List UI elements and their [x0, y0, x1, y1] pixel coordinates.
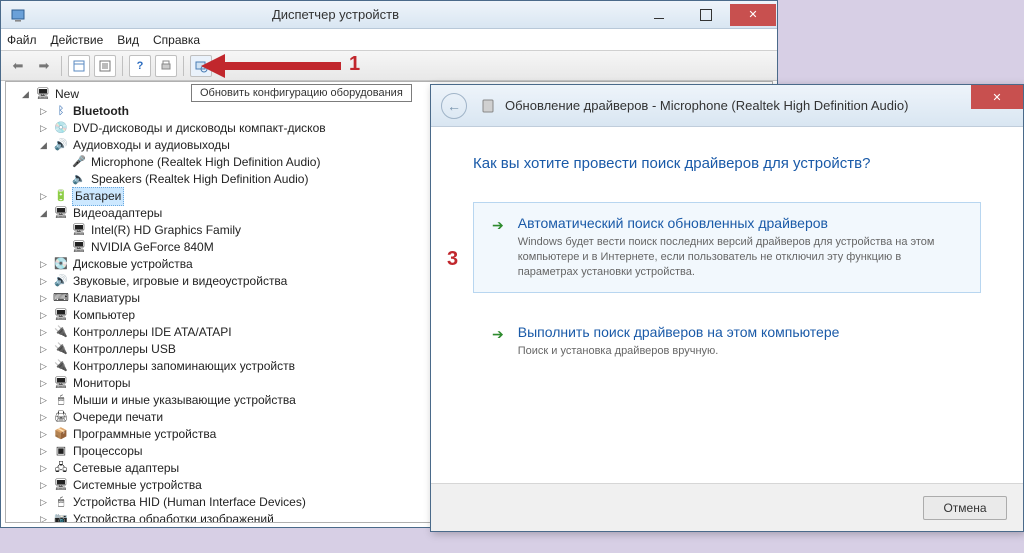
- software-device-icon: 📦: [53, 427, 69, 443]
- minimize-button[interactable]: [636, 4, 682, 26]
- arrow-right-icon: ➔: [492, 326, 504, 359]
- node-label: Контроллеры USB: [73, 341, 176, 358]
- hid-icon: 🖱: [53, 495, 69, 511]
- node-label: Устройства HID (Human Interface Devices): [73, 494, 306, 511]
- monitor-icon: 🖥: [53, 376, 69, 392]
- network-icon: 🖧: [53, 461, 69, 477]
- node-label: Батареи: [72, 187, 124, 206]
- display-adapter-icon: 🖥: [53, 206, 69, 222]
- node-label: Microphone (Realtek High Definition Audi…: [91, 154, 320, 171]
- node-label: NVIDIA GeForce 840M: [91, 239, 214, 256]
- node-label: Аудиовходы и аудиовыходы: [73, 137, 230, 154]
- window-title: Диспетчер устройств: [35, 7, 636, 22]
- toolbar-separator: [61, 56, 62, 76]
- properties-icon[interactable]: [94, 55, 116, 77]
- node-label: Очереди печати: [73, 409, 163, 426]
- node-label: Сетевые адаптеры: [73, 460, 179, 477]
- device-icon: [479, 97, 497, 115]
- controller-icon: 🔌: [53, 325, 69, 341]
- display-adapter-icon: 🖥: [71, 223, 87, 239]
- menu-action[interactable]: Действие: [51, 33, 104, 47]
- show-hidden-icon[interactable]: [68, 55, 90, 77]
- printer-icon: 🖨: [53, 410, 69, 426]
- disc-icon: 💿: [53, 121, 69, 137]
- option-description: Поиск и установка драйверов вручную.: [518, 344, 840, 359]
- computer-icon: 🖥: [53, 308, 69, 324]
- bluetooth-icon: ᛒ: [53, 104, 69, 120]
- annotation-label-1: 1: [349, 53, 360, 76]
- storage-controller-icon: 🔌: [53, 359, 69, 375]
- print-icon[interactable]: [155, 55, 177, 77]
- mouse-icon: 🖱: [53, 393, 69, 409]
- usb-icon: 🔌: [53, 342, 69, 358]
- option-auto-search[interactable]: ➔ Автоматический поиск обновленных драйв…: [473, 202, 981, 293]
- sound-icon: 🔊: [53, 274, 69, 290]
- toolbar-separator: [122, 56, 123, 76]
- node-label: Процессоры: [73, 443, 143, 460]
- node-label: Программные устройства: [73, 426, 216, 443]
- toolbar-separator: [183, 56, 184, 76]
- option-title: Выполнить поиск драйверов на этом компью…: [518, 324, 840, 340]
- node-label: Speakers (Realtek High Definition Audio): [91, 171, 308, 188]
- computer-icon: 🖥: [35, 87, 51, 103]
- driver-update-dialog: ✕ ← Обновление драйверов - Microphone (R…: [430, 84, 1024, 532]
- toolbar: ⬅ ➡ ?: [1, 51, 777, 81]
- menu-file[interactable]: Файл: [7, 33, 37, 47]
- menu-help[interactable]: Справка: [153, 33, 200, 47]
- audio-icon: 🔊: [53, 138, 69, 154]
- dialog-titlebar[interactable]: ← Обновление драйверов - Microphone (Rea…: [431, 85, 1023, 127]
- node-label: DVD-дисководы и дисководы компакт-дисков: [73, 120, 326, 137]
- node-label: Видеоадаптеры: [73, 205, 162, 222]
- annotation-label-3: 3: [447, 248, 458, 271]
- dialog-body: Как вы хотите провести поиск драйверов д…: [431, 127, 1023, 418]
- display-adapter-icon: 🖥: [71, 240, 87, 256]
- system-icon: [7, 4, 29, 26]
- node-label: Клавиатуры: [73, 290, 140, 307]
- dialog-close-button[interactable]: ✕: [971, 85, 1023, 109]
- node-label: Мыши и иные указывающие устройства: [73, 392, 296, 409]
- microphone-icon: 🎤: [71, 155, 87, 171]
- nav-forward-icon[interactable]: ➡: [33, 55, 55, 77]
- menu-view[interactable]: Вид: [117, 33, 139, 47]
- node-label: Bluetooth: [73, 103, 129, 120]
- dialog-footer: Отмена: [431, 483, 1023, 531]
- help-icon[interactable]: ?: [129, 55, 151, 77]
- system-device-icon: 🖥: [53, 478, 69, 494]
- keyboard-icon: ⌨: [53, 291, 69, 307]
- dialog-question: Как вы хотите провести поиск драйверов д…: [473, 155, 981, 172]
- disk-icon: 💽: [53, 257, 69, 273]
- node-label: Дисковые устройства: [73, 256, 193, 273]
- node-label: Контроллеры запоминающих устройств: [73, 358, 295, 375]
- option-title: Автоматический поиск обновленных драйвер…: [518, 215, 938, 231]
- tooltip: Обновить конфигурацию оборудования: [191, 84, 412, 102]
- annotation-arrow: [201, 55, 341, 77]
- scan-hardware-icon[interactable]: [190, 55, 212, 77]
- back-button[interactable]: ←: [441, 93, 467, 119]
- close-button[interactable]: [730, 4, 776, 26]
- maximize-button[interactable]: [683, 4, 729, 26]
- node-label: New: [55, 86, 79, 103]
- option-description: Windows будет вести поиск последних верс…: [518, 235, 938, 280]
- node-label: Компьютер: [73, 307, 135, 324]
- titlebar[interactable]: Диспетчер устройств: [1, 1, 777, 29]
- battery-icon: 🔋: [53, 189, 69, 205]
- nav-back-icon[interactable]: ⬅: [7, 55, 29, 77]
- node-label: Устройства обработки изображений: [73, 511, 274, 523]
- speaker-icon: 🔈: [71, 172, 87, 188]
- option-browse-computer[interactable]: ➔ Выполнить поиск драйверов на этом комп…: [473, 311, 981, 372]
- cancel-button[interactable]: Отмена: [923, 496, 1007, 520]
- node-label: Системные устройства: [73, 477, 202, 494]
- cpu-icon: ▣: [53, 444, 69, 460]
- node-label: Мониторы: [73, 375, 130, 392]
- imaging-icon: 📷: [53, 512, 69, 524]
- node-label: Контроллеры IDE ATA/ATAPI: [73, 324, 232, 341]
- arrow-right-icon: ➔: [492, 217, 504, 280]
- dialog-title: Обновление драйверов - Microphone (Realt…: [505, 98, 908, 113]
- node-label: Intel(R) HD Graphics Family: [91, 222, 241, 239]
- menu-bar: Файл Действие Вид Справка: [1, 29, 777, 51]
- node-label: Звуковые, игровые и видеоустройства: [73, 273, 287, 290]
